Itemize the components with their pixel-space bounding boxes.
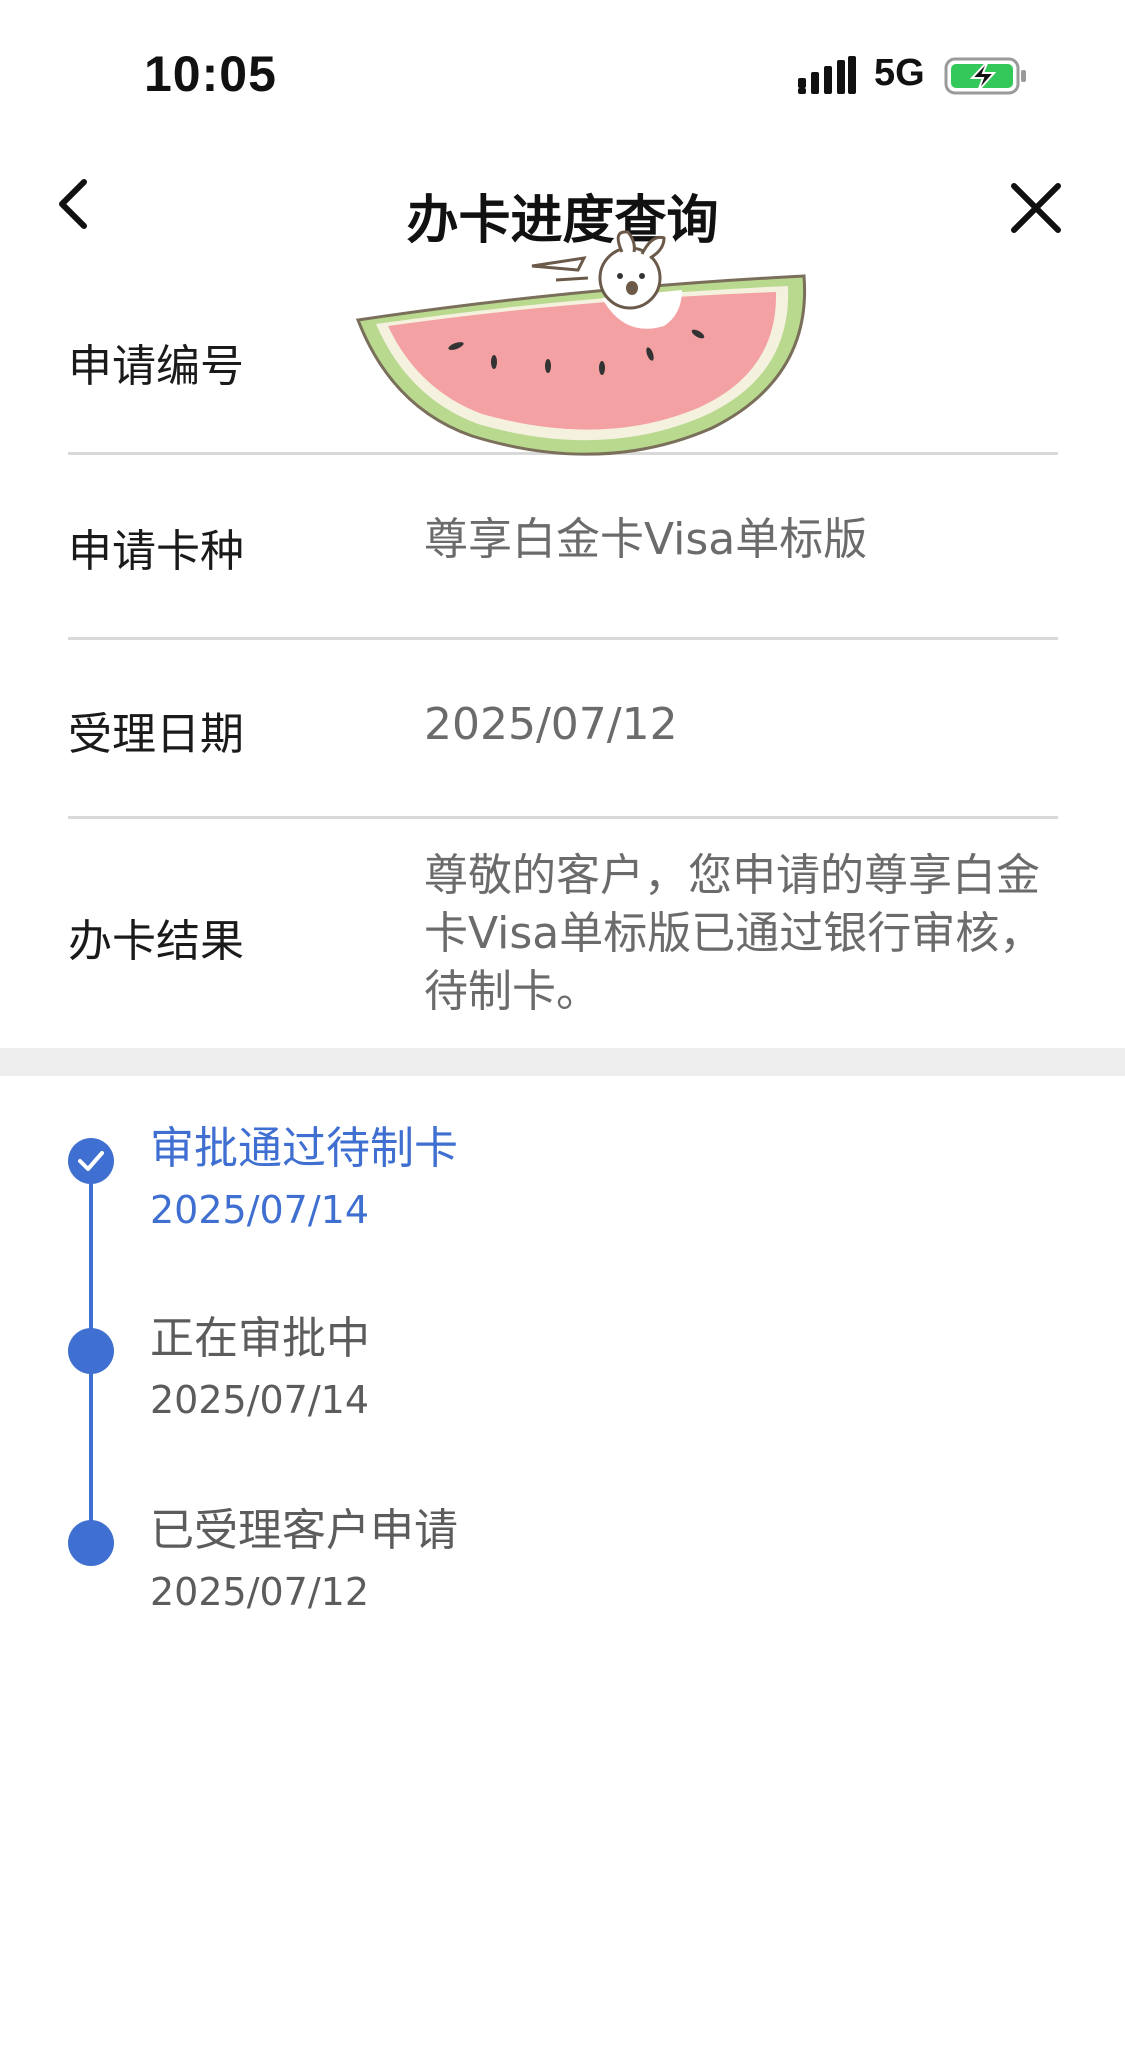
info-row-result: 办卡结果 尊敬的客户，您申请的尊享白金 卡Visa单标版已通过银行审核， 待制卡… (68, 819, 1058, 1048)
timeline-step-title: 已受理客户申请 (150, 1505, 458, 1556)
network-type: 5G (874, 52, 925, 94)
signal-bars-icon (798, 56, 856, 94)
card-type-value: 尊享白金卡Visa单标版 (424, 514, 868, 565)
timeline-step-date: 2025/07/12 (150, 1570, 370, 1614)
close-icon[interactable] (1004, 176, 1068, 240)
result-line: 卡Visa单标版已通过银行审核， (424, 908, 1044, 959)
row-label: 申请编号 (68, 341, 244, 392)
info-row-accept-date: 受理日期 2025/07/12 (68, 640, 1058, 819)
status-time: 10:05 (144, 46, 277, 102)
row-label: 申请卡种 (68, 526, 244, 577)
row-label: 受理日期 (68, 709, 244, 760)
status-bar: 10:05 5G (0, 0, 1125, 150)
timeline-step-title: 审批通过待制卡 (150, 1123, 458, 1174)
timeline-step-date: 2025/07/14 (150, 1378, 370, 1422)
timeline-step-title: 正在审批中 (150, 1313, 370, 1364)
row-label: 办卡结果 (68, 916, 244, 967)
timeline-dot (68, 1520, 114, 1566)
watermelon-sticker (355, 230, 807, 456)
battery-charging-icon (944, 57, 1026, 95)
result-line: 尊敬的客户，您申请的尊享白金 (424, 850, 1040, 901)
result-line: 待制卡。 (424, 966, 600, 1017)
accept-date-value: 2025/07/12 (424, 699, 678, 750)
section-divider (0, 1048, 1125, 1076)
checkmark-icon (78, 1151, 104, 1171)
timeline-dot (68, 1328, 114, 1374)
info-row-card-type: 申请卡种 尊享白金卡Visa单标版 (68, 455, 1058, 640)
timeline-step-date: 2025/07/14 (150, 1188, 370, 1232)
result-value: 尊敬的客户，您申请的尊享白金 卡Visa单标版已通过银行审核， 待制卡。 (424, 847, 1064, 1021)
check-circle-icon (68, 1138, 114, 1184)
